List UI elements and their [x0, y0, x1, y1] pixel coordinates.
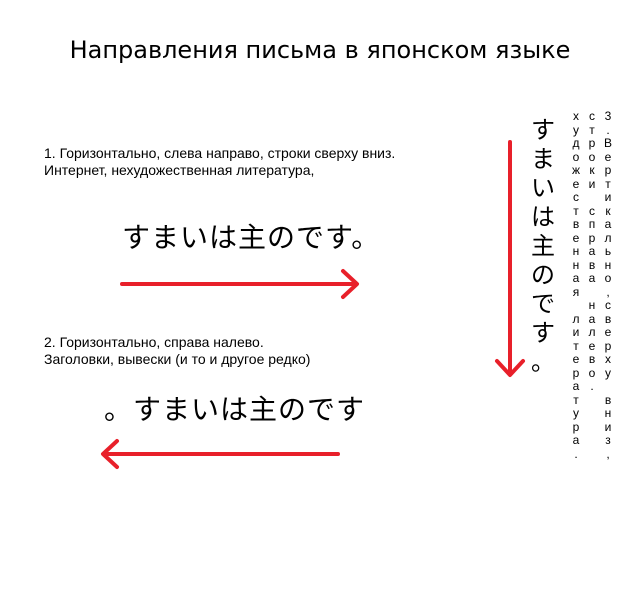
direction-arrows	[101, 140, 525, 469]
arrow-right	[120, 269, 359, 299]
diagram-canvas: Направления письма в японском языке 1. Г…	[0, 0, 640, 600]
arrow-left	[101, 439, 340, 469]
arrow-down	[495, 140, 525, 377]
